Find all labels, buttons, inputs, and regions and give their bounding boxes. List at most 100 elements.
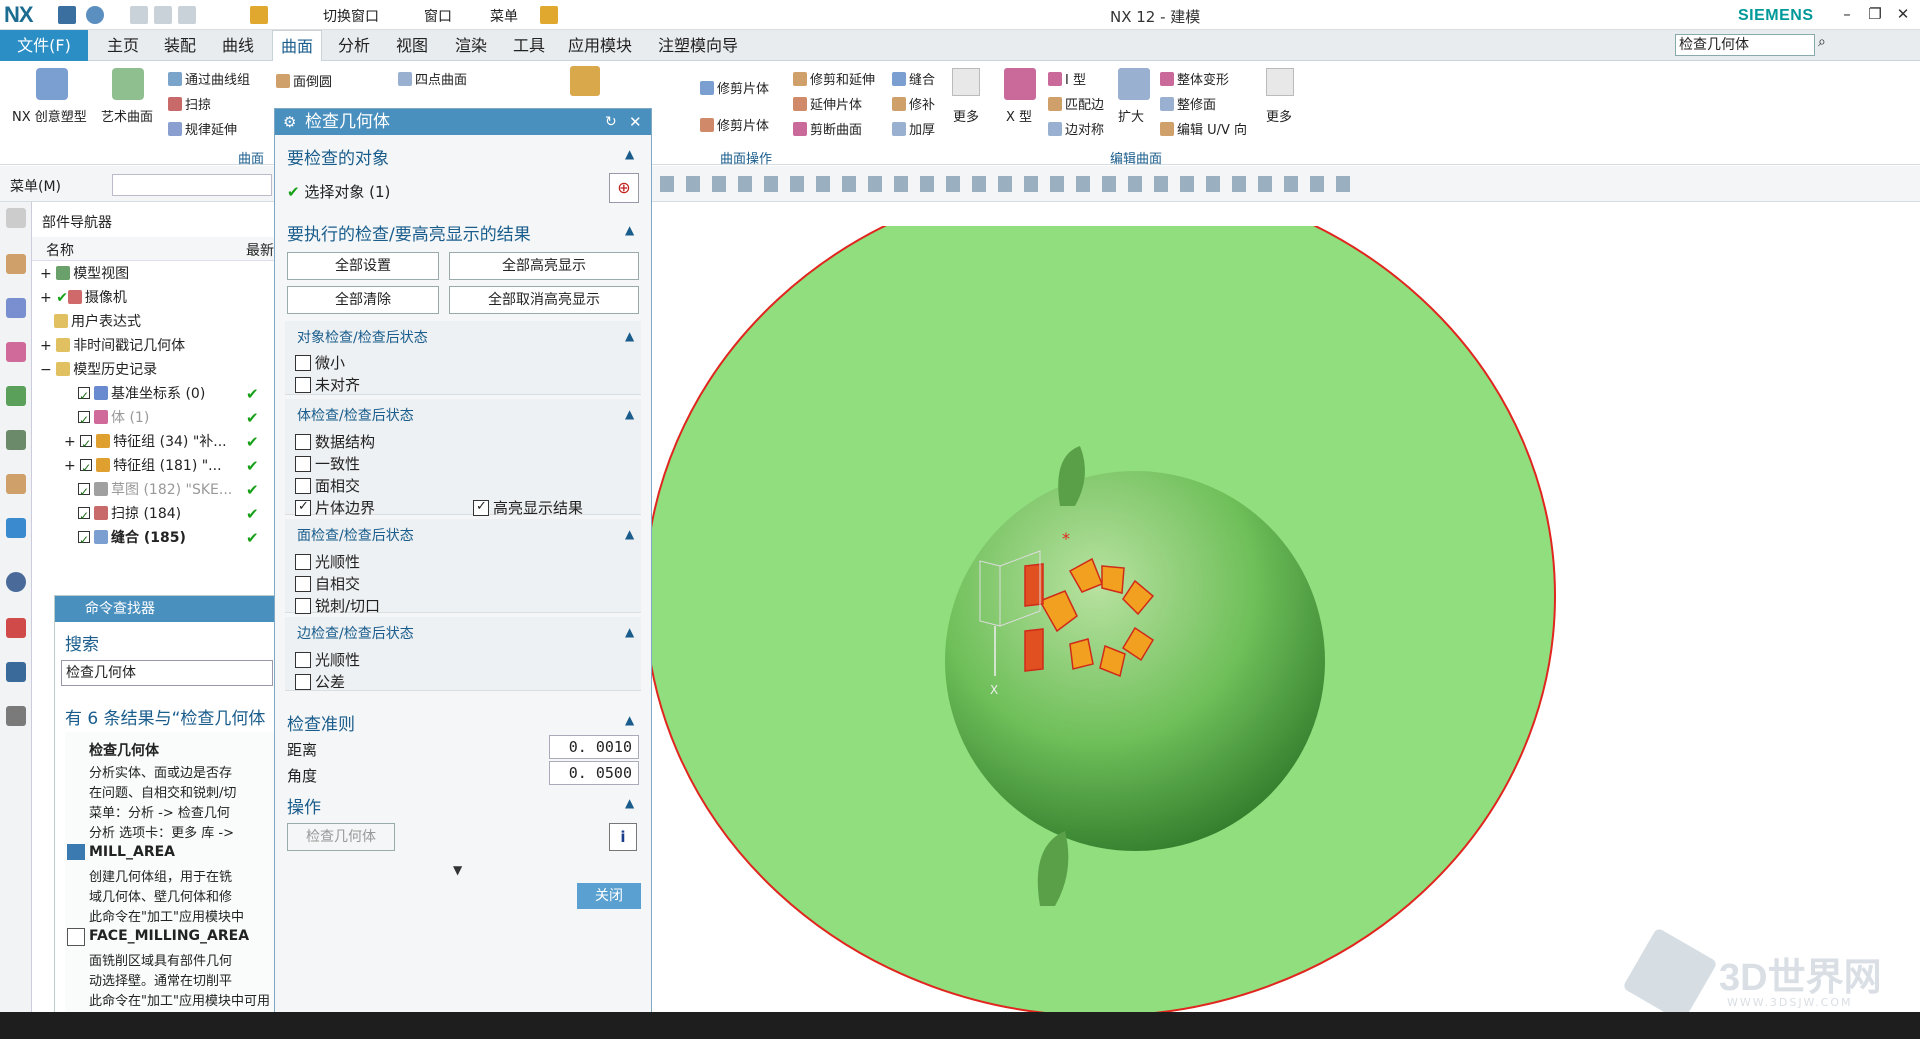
nav-row-swept[interactable]: 扫掠 (184) <box>78 502 181 528</box>
global-shaping-button[interactable]: 整体变形 <box>1160 69 1229 88</box>
nav-row-user-expressions[interactable]: 用户表达式 <box>54 310 141 334</box>
tab-injection-mold[interactable]: 注塑模向导 <box>652 30 744 61</box>
edit-uv-button[interactable]: 编辑 U/V 向 <box>1160 119 1247 138</box>
menu-dropdown[interactable]: 菜单(M) <box>10 176 61 196</box>
chevron-up-icon[interactable]: ▲ <box>625 796 634 810</box>
result-title[interactable]: 检查几何体 <box>89 740 159 760</box>
trim-sheet-button-2[interactable]: 修剪片体 <box>700 115 769 134</box>
sweep-button[interactable]: 扫掠 <box>168 94 211 113</box>
graphics-window[interactable]: * * X <box>640 226 1920 1012</box>
process-studio-icon[interactable] <box>6 662 26 682</box>
cut-icon[interactable] <box>130 6 148 24</box>
settings-icon[interactable] <box>6 208 26 228</box>
chevron-up-icon[interactable]: ▲ <box>625 625 634 639</box>
four-point-surface-button[interactable]: 四点曲面 <box>398 69 467 88</box>
misaligned-checkbox[interactable]: 未对齐 <box>295 374 360 395</box>
chevron-up-icon[interactable]: ▲ <box>625 713 634 727</box>
close-button[interactable]: 关闭 <box>577 883 641 909</box>
nx-creative-modeling-label[interactable]: NX 创意塑型 <box>12 106 87 125</box>
trim-sheet-button[interactable]: 修剪片体 <box>700 78 769 97</box>
visual-report-icon[interactable] <box>6 618 26 638</box>
sew-button[interactable]: 缝合 <box>892 69 935 88</box>
chevron-up-icon[interactable]: ▲ <box>625 147 634 161</box>
studio-surface-label[interactable]: 艺术曲面 <box>101 106 153 125</box>
section-objects-title[interactable]: 要检查的对象 <box>287 144 389 169</box>
tab-view[interactable]: 视图 <box>387 30 437 61</box>
minimize-icon[interactable]: – <box>1832 5 1862 25</box>
tab-assembly[interactable]: 装配 <box>155 30 205 61</box>
nav-row-feature-group-34[interactable]: + 特征组 (34) "补... <box>64 430 227 456</box>
assembly-navigator-icon[interactable] <box>6 254 26 274</box>
chevron-up-icon[interactable]: ▲ <box>625 223 634 237</box>
command-search-input[interactable]: 检查几何体 <box>1675 34 1815 56</box>
model-view[interactable]: * * X <box>640 226 1920 1012</box>
nx-creative-modeling-icon[interactable] <box>36 68 68 100</box>
sphere-body[interactable] <box>945 471 1325 851</box>
close-icon[interactable]: ✕ <box>629 109 642 135</box>
constraint-navigator-icon[interactable] <box>6 298 26 318</box>
roles-icon[interactable] <box>6 474 26 494</box>
face-intersect-checkbox[interactable]: 面相交 <box>295 475 360 496</box>
edge-symmetry-button[interactable]: 边对称 <box>1048 119 1104 138</box>
snap-point-icons[interactable] <box>660 176 1360 192</box>
copy-icon[interactable] <box>154 6 172 24</box>
nav-row-sew[interactable]: 缝合 (185) <box>78 526 186 552</box>
column-name[interactable]: 名称 <box>46 240 74 260</box>
chevron-up-icon[interactable]: ▲ <box>625 527 634 541</box>
studio-surface-icon[interactable] <box>112 68 144 100</box>
consistency-checkbox[interactable]: 一致性 <box>295 453 360 474</box>
tab-curve[interactable]: 曲线 <box>213 30 263 61</box>
chevron-up-icon[interactable]: ▲ <box>625 329 634 343</box>
chevron-up-icon[interactable]: ▲ <box>625 407 634 421</box>
nav-row-unused-geometry[interactable]: + 非时间戳记几何体 <box>40 334 185 358</box>
trim-extend-button[interactable]: 修剪和延伸 <box>793 69 875 88</box>
select-object-button[interactable]: ⊕ <box>609 173 639 203</box>
tab-tools[interactable]: 工具 <box>504 30 554 61</box>
nav-row-model-history[interactable]: − 模型历史记录 <box>40 358 157 382</box>
tab-analysis[interactable]: 分析 <box>329 30 379 61</box>
save-icon[interactable] <box>58 6 76 24</box>
set-all-button[interactable]: 全部设置 <box>287 252 439 280</box>
thicken-button[interactable]: 加厚 <box>892 119 935 138</box>
check-geometry-button[interactable]: 检查几何体 <box>287 823 395 851</box>
undo-icon[interactable] <box>86 6 104 24</box>
body-check-title[interactable]: 体检查/检查后状态 <box>297 405 414 425</box>
match-edge-button[interactable]: 匹配边 <box>1048 94 1104 113</box>
paste-icon[interactable] <box>178 6 196 24</box>
edge-check-title[interactable]: 边检查/检查后状态 <box>297 623 414 643</box>
reuse-library-icon[interactable] <box>6 386 26 406</box>
view-manager-icon[interactable] <box>6 430 26 450</box>
repeat-command-icon[interactable] <box>250 6 268 24</box>
tab-file[interactable]: 文件(F) <box>0 30 88 61</box>
highlight-all-button[interactable]: 全部高亮显示 <box>449 252 639 280</box>
tab-application[interactable]: 应用模块 <box>562 30 638 61</box>
nav-row-cameras[interactable]: + ✔ 摄像机 <box>40 286 127 310</box>
angle-input[interactable]: 0. 0500 <box>549 761 639 785</box>
history-icon[interactable] <box>6 572 26 592</box>
enlarge-label[interactable]: 扩大 <box>1118 106 1144 125</box>
restore-icon[interactable]: ❐ <box>1860 5 1890 25</box>
window-menu-button[interactable]: 窗口 <box>424 6 452 26</box>
data-structure-checkbox[interactable]: 数据结构 <box>295 431 375 452</box>
refit-face-button[interactable]: 整修面 <box>1160 94 1216 113</box>
nav-row-model-views[interactable]: + 模型视图 <box>40 262 129 286</box>
x-form-icon[interactable] <box>1004 68 1036 100</box>
enlarge-icon[interactable] <box>1118 68 1150 100</box>
law-extension-button[interactable]: 规律延伸 <box>168 119 237 138</box>
section-operations-title[interactable]: 操作 <box>287 793 321 818</box>
more-surface-ops-label[interactable]: 更多 <box>953 106 979 125</box>
tab-home[interactable]: 主页 <box>98 30 148 61</box>
face-blend-button[interactable]: 面倒圆 <box>276 71 332 90</box>
object-check-title[interactable]: 对象检查/检查后状态 <box>297 327 428 347</box>
clear-all-button[interactable]: 全部清除 <box>287 286 439 314</box>
face-check-title[interactable]: 面检查/检查后状态 <box>297 525 414 545</box>
tab-surface[interactable]: 曲面 <box>272 30 322 61</box>
self-intersect-checkbox[interactable]: 自相交 <box>295 573 360 594</box>
expand-more-icon[interactable]: ▼ <box>453 863 462 877</box>
unhighlight-all-button[interactable]: 全部取消高亮显示 <box>449 286 639 314</box>
info-icon[interactable]: i <box>609 823 637 851</box>
spike-cut-checkbox[interactable]: 锐刺/切口 <box>295 595 380 616</box>
offset-icon[interactable] <box>570 66 600 96</box>
edge-smooth-checkbox[interactable]: 光顺性 <box>295 649 360 670</box>
divide-face-button[interactable]: 剪断曲面 <box>793 119 862 138</box>
